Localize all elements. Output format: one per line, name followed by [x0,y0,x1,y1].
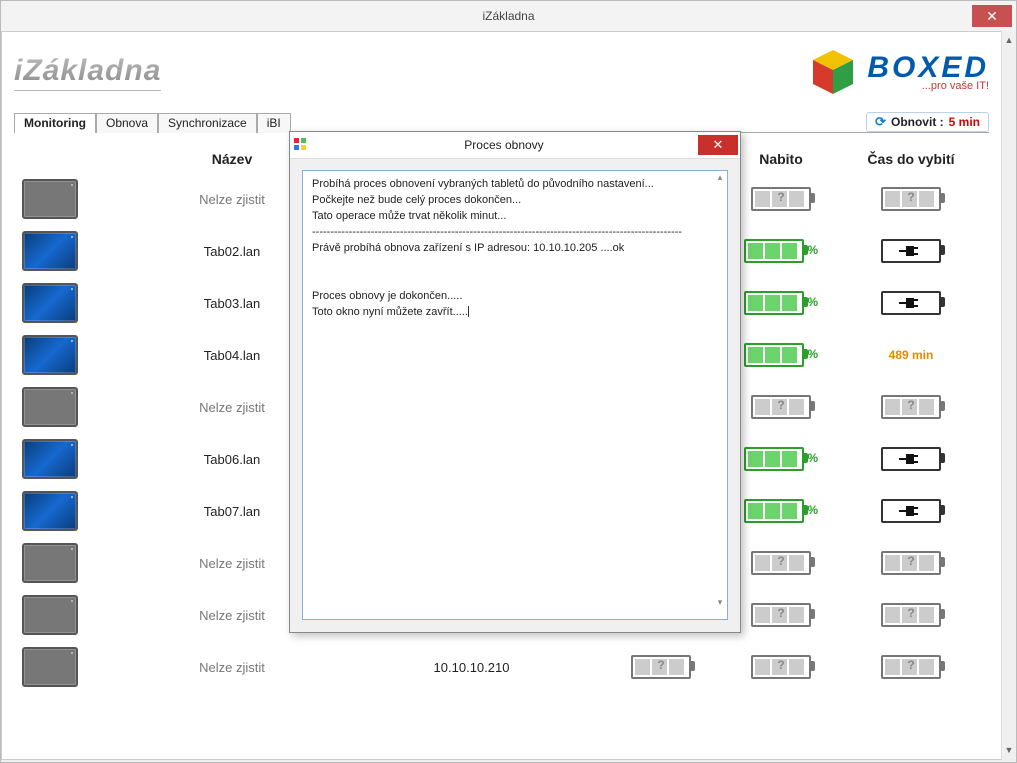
device-name: Tab02.lan [204,244,260,259]
dialog-scroll-up-icon[interactable]: ▴ [714,172,726,183]
tab-monitoring[interactable]: Monitoring [14,113,96,133]
device-icon [22,543,78,583]
device-icon [22,439,78,479]
device-name: Tab04.lan [204,348,260,363]
plug-icon [881,239,941,263]
table-row[interactable]: Nelze zjistit 10.10.10.210??? [14,641,989,693]
vendor-logo: BOXED ...pro vaše IT! [809,48,989,96]
refresh-value: 5 min [949,115,980,129]
charge-level-icon [744,239,804,263]
header: iZákladna BOXED ...pro vaše IT! [14,42,989,110]
time-unknown-icon: ? [881,603,941,627]
window-scrollbar[interactable]: ▲ ▼ [1001,31,1016,759]
charge-level-icon: ? [751,603,811,627]
restore-dialog: Proces obnovy ✕ Probíhá proces obnovení … [289,131,741,633]
scroll-down-icon[interactable]: ▼ [1003,743,1015,757]
charge-level-icon [744,291,804,315]
charge-level-icon: ? [751,395,811,419]
refresh-indicator[interactable]: ⟳ Obnovit : 5 min [866,112,989,132]
charge-level-icon [744,499,804,523]
tab-synchronizace[interactable]: Synchronizace [158,113,257,133]
brand-logo: iZákladna [14,54,161,91]
vendor-word: BOXED [867,53,989,83]
titlebar: iZákladna ✕ [1,1,1016,32]
cube-icon [809,48,857,96]
plug-icon [881,291,941,315]
charge-level-icon: ? [751,551,811,575]
time-unknown-icon: ? [881,655,941,679]
scroll-up-icon[interactable]: ▲ [1003,33,1015,47]
time-unknown-icon: ? [881,395,941,419]
device-icon [22,283,78,323]
device-name: Nelze zjistit [199,608,265,623]
device-icon [22,491,78,531]
window-close-button[interactable]: ✕ [972,5,1012,27]
charge-level-icon [744,447,804,471]
dialog-app-icon [290,138,310,153]
refresh-label: Obnovit : [891,115,944,129]
refresh-icon: ⟳ [875,114,886,130]
tab-obnova[interactable]: Obnova [96,113,158,133]
col-time: Čas do vybití [841,151,981,167]
battery-icon: ? [631,655,691,679]
dialog-textarea[interactable]: Probíhá proces obnovení vybraných tablet… [302,170,728,620]
dialog-scrollbar[interactable]: ▴ ▾ [714,172,726,618]
device-icon [22,335,78,375]
dialog-scroll-down-icon[interactable]: ▾ [714,597,726,608]
time-unknown-icon: ? [881,187,941,211]
time-unknown-icon: ? [881,551,941,575]
device-name: Tab06.lan [204,452,260,467]
charge-level-icon [744,343,804,367]
device-name: Nelze zjistit [199,660,265,675]
dialog-close-button[interactable]: ✕ [698,135,738,155]
device-name: Nelze zjistit [199,400,265,415]
charge-level-icon: ? [751,187,811,211]
dialog-title: Proces obnovy [310,138,698,152]
device-icon [22,387,78,427]
tabstrip: Monitoring Obnova Synchronizace iBI ⟳ Ob… [14,110,989,133]
device-ip: 10.10.10.210 [434,660,510,675]
device-icon [22,595,78,635]
device-icon [22,647,78,687]
device-icon [22,231,78,271]
device-name: Nelze zjistit [199,556,265,571]
dialog-titlebar: Proces obnovy ✕ [290,132,740,159]
device-icon [22,179,78,219]
window-title: iZákladna [482,1,534,31]
main-window: iZákladna ✕ iZákladna BOXED ...pro vaše … [0,0,1017,763]
time-to-discharge: 489 min [889,348,934,362]
vendor-text: BOXED ...pro vaše IT! [867,53,989,92]
device-name: Nelze zjistit [199,192,265,207]
device-name: Tab03.lan [204,296,260,311]
plug-icon [881,499,941,523]
tab-ibi[interactable]: iBI [257,113,291,133]
brand-logo-text: iZákladna [14,54,161,91]
device-name: Tab07.lan [204,504,260,519]
charge-level-icon: ? [751,655,811,679]
plug-icon [881,447,941,471]
